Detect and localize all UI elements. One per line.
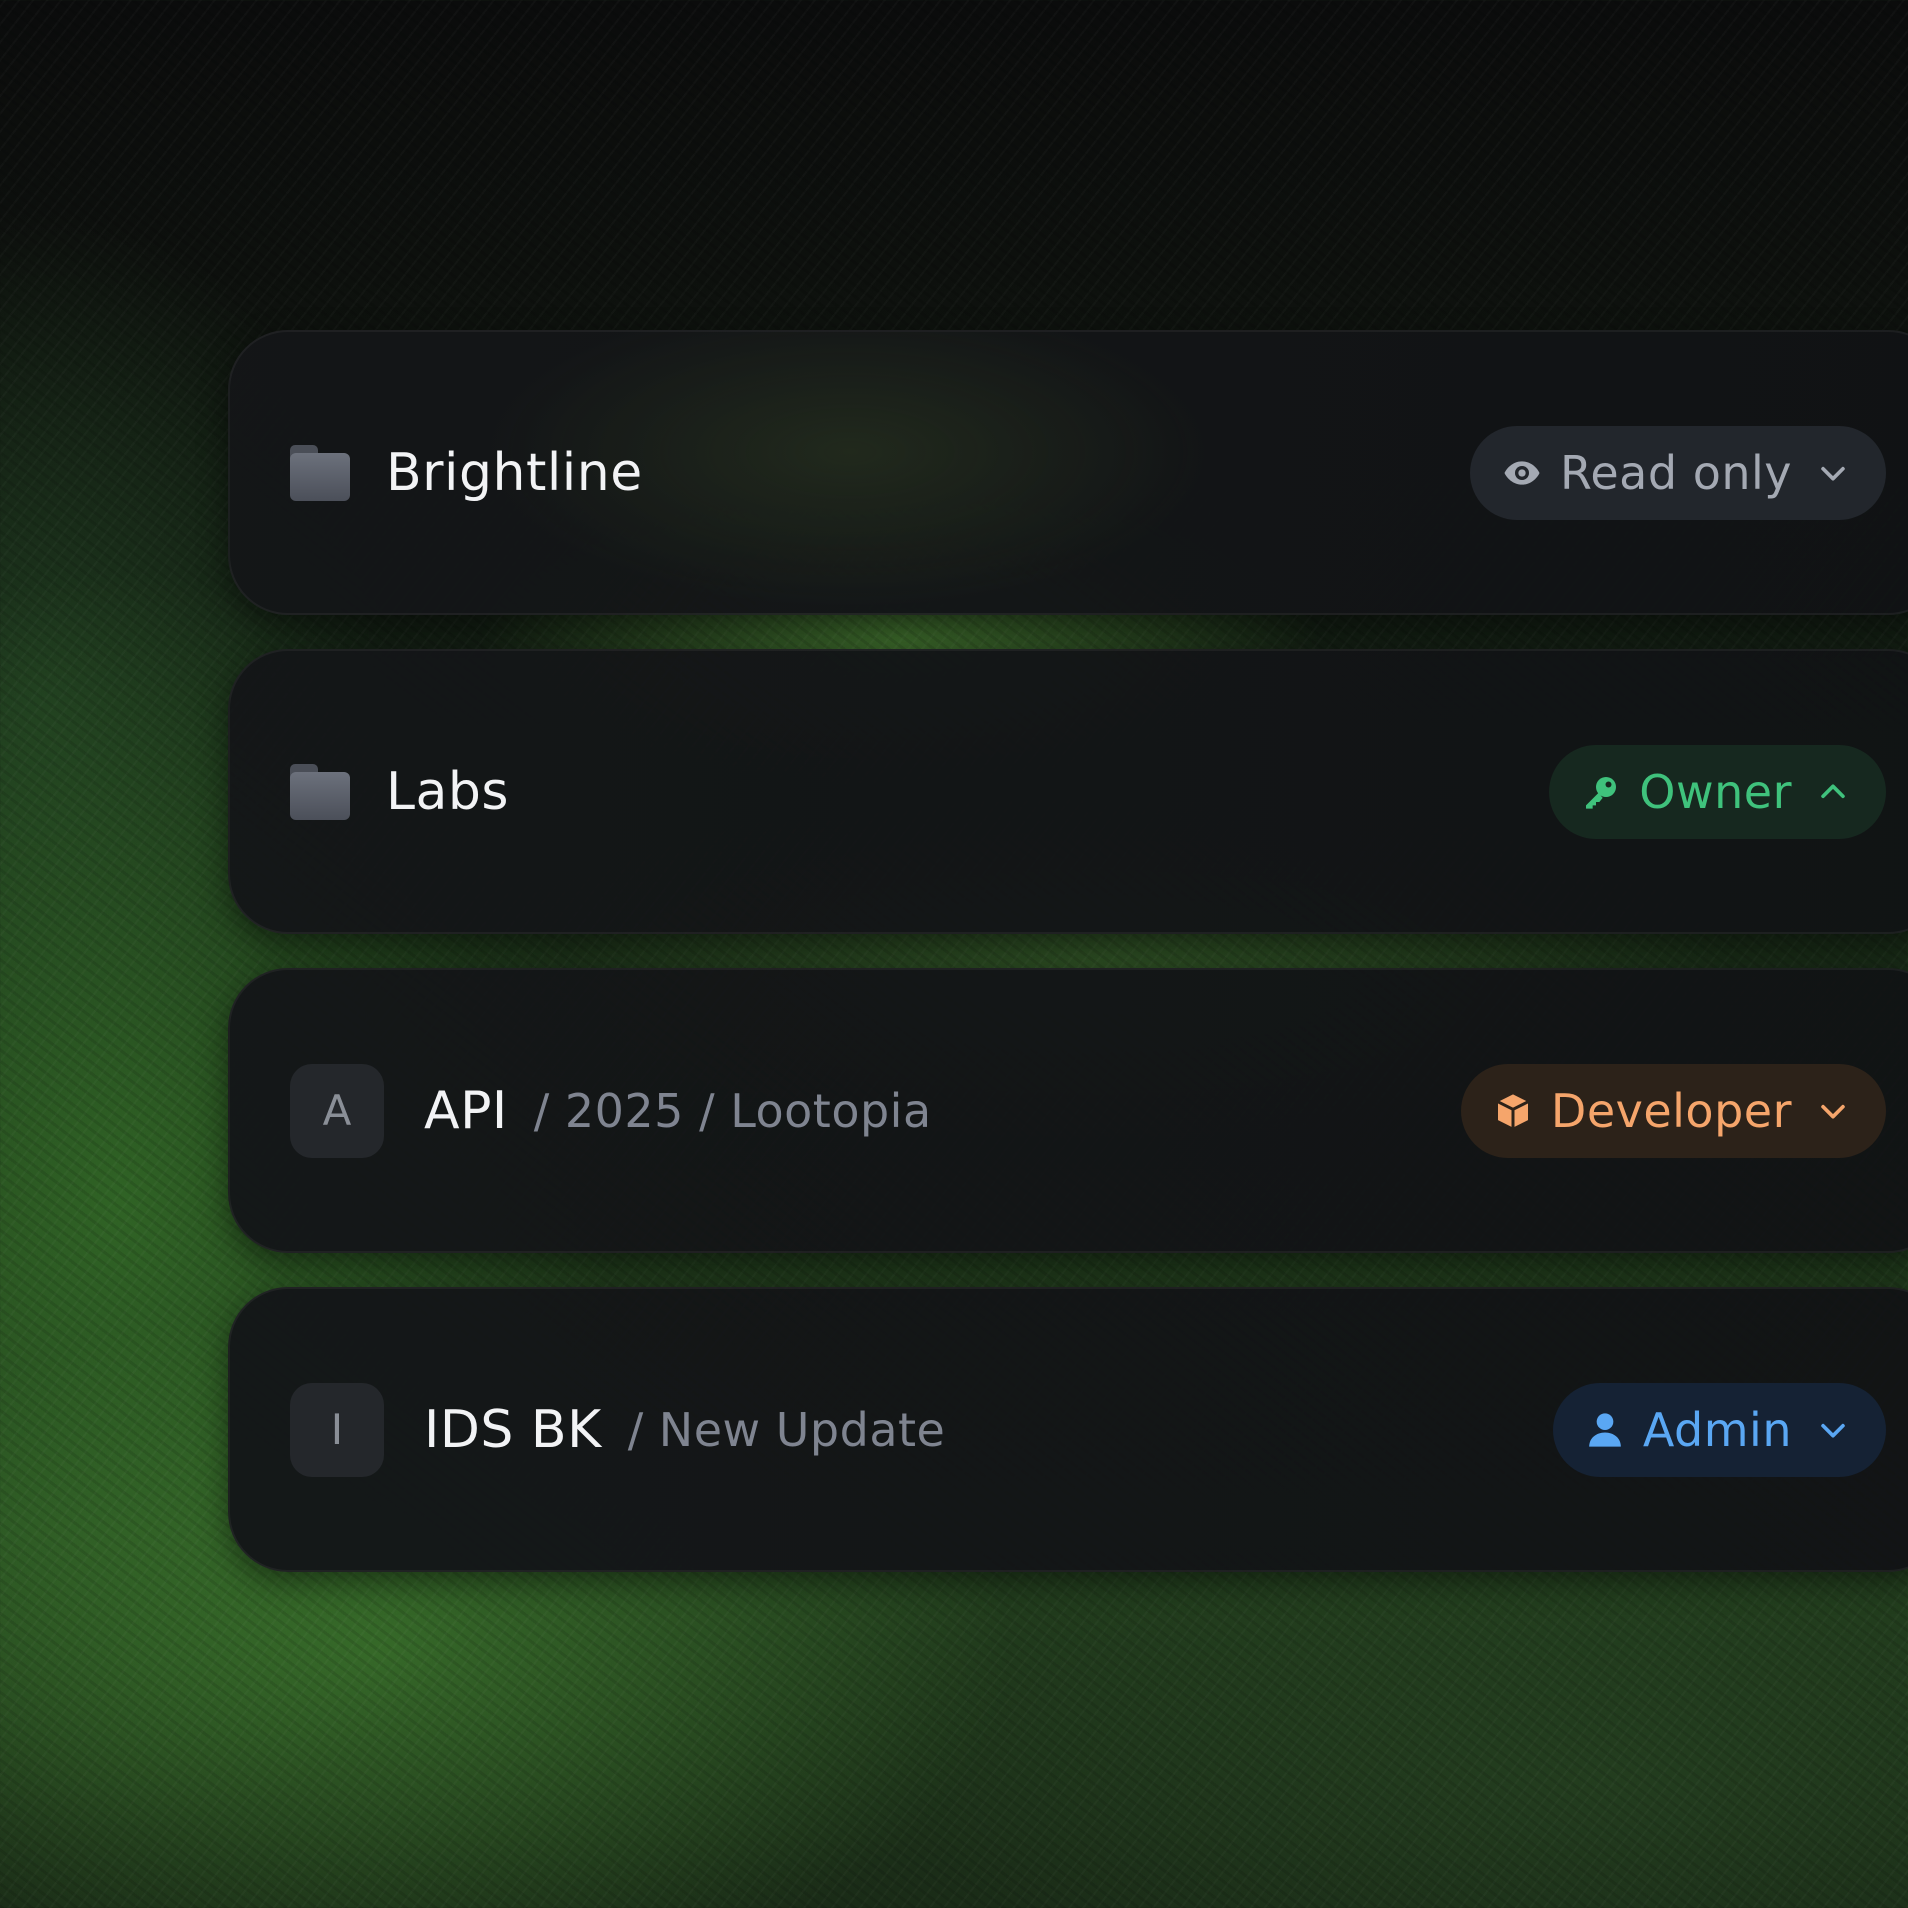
cube-icon: [1497, 1093, 1529, 1128]
project-title: Labs: [386, 761, 509, 822]
project-row-ids-bk[interactable]: I IDS BK / New Update Admin: [228, 1287, 1908, 1572]
chevron-down-icon: [1821, 466, 1845, 481]
role-label: Owner: [1639, 764, 1792, 819]
chevron-down-icon: [1821, 1104, 1845, 1119]
project-row-brightline[interactable]: Brightline Read only: [228, 330, 1908, 615]
avatar: I: [290, 1382, 384, 1477]
role-label: Read only: [1559, 445, 1792, 500]
role-label: Developer: [1550, 1083, 1792, 1138]
role-dropdown-owner[interactable]: Owner: [1549, 744, 1886, 839]
project-title: IDS BK: [424, 1399, 602, 1460]
chevron-up-icon: [1821, 783, 1845, 798]
project-title: API: [424, 1080, 508, 1141]
breadcrumb: / New Update: [627, 1402, 946, 1457]
key-icon: [1586, 776, 1617, 809]
project-title: Brightline: [386, 442, 643, 503]
role-dropdown-read-only[interactable]: Read only: [1469, 425, 1886, 520]
breadcrumb: / 2025 / Lootopia: [533, 1083, 932, 1138]
eye-icon: [1504, 460, 1540, 485]
role-label: Admin: [1642, 1402, 1792, 1457]
project-row-labs[interactable]: Labs Owner: [228, 649, 1908, 934]
folder-icon: [290, 444, 350, 501]
project-row-api[interactable]: A API / 2025 / Lootopia Developer: [228, 968, 1908, 1253]
role-dropdown-admin[interactable]: Admin: [1552, 1382, 1886, 1477]
role-dropdown-developer[interactable]: Developer: [1460, 1063, 1886, 1158]
folder-icon: [290, 763, 350, 820]
project-access-list: Brightline Read only Labs Owner A API / …: [228, 330, 1908, 1606]
chevron-down-icon: [1821, 1423, 1845, 1438]
avatar: A: [290, 1063, 384, 1158]
user-icon: [1589, 1412, 1621, 1447]
